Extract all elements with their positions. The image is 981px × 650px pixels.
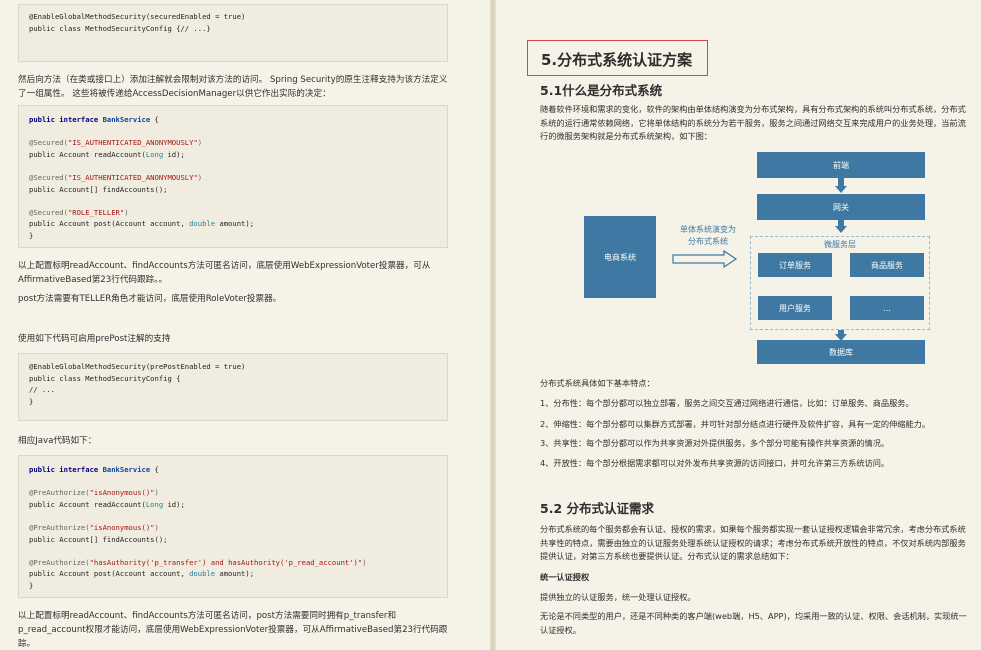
paragraph-preauthorize-explain: 以上配置标明readAccount、findAccounts方法可匿名访问，po…	[18, 611, 448, 649]
code-string: "hasAuthority('p_transfer') and hasAutho…	[89, 557, 363, 567]
code-line: public class MethodSecurityConfig {// ..…	[29, 23, 211, 33]
code-annotation: @PreAuthorize(	[29, 488, 90, 498]
code-text: id);	[163, 149, 185, 159]
code-text: {	[150, 465, 159, 474]
code-text: public Account readAccount(	[29, 499, 146, 509]
code-line: @PreAuthorize("isAnonymous()")	[29, 522, 437, 534]
feature-item: 1、分布性：每个部分都可以独立部署，服务之间交互通过网络进行通信，比如：订单服务…	[540, 398, 914, 408]
code-line: public interface BankService {	[29, 114, 437, 126]
more-services-box: ...	[850, 296, 924, 320]
user-service-box: 用户服务	[758, 296, 832, 320]
database-box: 数据库	[757, 340, 925, 364]
code-line: public Account readAccount(Long id);	[29, 499, 437, 511]
code-line: public interface BankService {	[29, 464, 437, 476]
code-type: double	[189, 569, 216, 579]
code-annotation: @Secured(	[29, 207, 68, 217]
code-text: public Account readAccount(	[29, 149, 146, 159]
code-line: // ...	[29, 385, 55, 395]
paragraph-secured-explain: 以上配置标明readAccount、findAccounts方法可匿名访问，底层…	[18, 261, 431, 285]
feature-item: 4、开放性：每个部分根据需求都可以对外发布共享资源的访问接口，并可允许第三方系统…	[540, 458, 890, 468]
heading-5-1: 5.1什么是分布式系统	[540, 83, 663, 98]
code-line: }	[29, 230, 34, 240]
evolve-label-line1: 单体系统演变为	[680, 225, 736, 234]
order-service-box: 订单服务	[758, 253, 832, 277]
paragraph-auth-requirements: 分布式系统的每个服务都会有认证、授权的需求，如果每个服务都实现一套认证授权逻辑会…	[540, 524, 966, 561]
code-string: "isAnonymous()"	[89, 488, 155, 498]
code-annotation: @Secured(	[29, 138, 68, 148]
code-annotation-end: )	[154, 522, 159, 532]
arrow-shaft	[838, 178, 844, 186]
code-text: id);	[163, 499, 185, 509]
code-line: public Account[] findAccounts();	[29, 534, 168, 544]
code-annotation-end: )	[362, 557, 367, 567]
code-text: amount);	[215, 219, 255, 229]
code-text: public Account post(Account account,	[29, 569, 190, 579]
code-text: amount);	[215, 569, 255, 579]
paragraph-post-role: post方法需要有TELLER角色才能访问，底层使用RoleVoter投票器。	[18, 294, 282, 304]
evolve-arrow-icon	[672, 250, 738, 268]
code-block-secured-config: @EnableGlobalMethodSecurity(securedEnabl…	[18, 4, 448, 62]
arrow-down-icon	[835, 186, 847, 193]
code-block-prepost-config: @EnableGlobalMethodSecurity(prePostEnabl…	[18, 353, 448, 421]
unified-auth-title: 统一认证授权	[540, 572, 590, 582]
code-block-secured-bankservice: public interface BankService {@Secured("…	[18, 105, 448, 248]
code-annotation: @Secured(	[29, 172, 68, 182]
frontend-box: 前端	[757, 152, 925, 178]
architecture-diagram: 前端 网关 电商系统 单体系统演变为 分布式系统 微服务层 订单服务 商品服务 …	[580, 152, 930, 366]
paragraph-distributed-intro: 随着软件环境和需求的变化，软件的架构由单体结构演变为分布式架构，具有分布式架构的…	[540, 104, 966, 141]
code-line: @Secured("IS_AUTHENTICATED_ANONYMOUSLY")	[29, 172, 437, 184]
code-string: "isAnonymous()"	[89, 522, 155, 532]
code-annotation: @PreAuthorize(	[29, 557, 90, 567]
code-text: public Account post(Account account,	[29, 219, 190, 229]
code-annotation-end: )	[197, 172, 203, 182]
section-heading-5: 5.分布式系统认证方案	[527, 40, 708, 76]
code-type-name: BankService	[102, 115, 151, 124]
code-string: "IS_AUTHENTICATED_ANONYMOUSLY"	[67, 138, 198, 148]
unified-auth-text-2: 无论是不同类型的用户，还是不同种类的客户端(web端，H5、APP)，均采用一致…	[540, 611, 967, 635]
code-type-name: BankService	[102, 465, 151, 474]
code-text: {	[150, 115, 159, 124]
code-line: @Secured("ROLE_TELLER")	[29, 207, 437, 219]
paragraph-prepost-enable: 使用如下代码可启用prePost注解的支持	[18, 334, 171, 344]
code-line: public Account post(Account account, dou…	[29, 568, 437, 580]
code-annotation-end: )	[197, 138, 203, 148]
paragraph-features-intro: 分布式系统具体如下基本特点：	[540, 378, 655, 388]
code-type: Long	[145, 499, 164, 509]
code-line: public Account post(Account account, dou…	[29, 218, 437, 230]
code-line: @EnableGlobalMethodSecurity(securedEnabl…	[29, 12, 246, 21]
code-annotation: @PreAuthorize(	[29, 522, 90, 532]
unified-auth-text-1: 提供独立的认证服务，统一处理认证授权。	[540, 592, 696, 602]
paragraph-method-annotation: 然后向方法（在类或接口上）添加注解就会限制对该方法的访问。 Spring Sec…	[18, 75, 448, 99]
code-type: double	[189, 219, 216, 229]
code-string: "ROLE_TELLER"	[67, 207, 125, 217]
code-block-preauthorize-bankservice: public interface BankService { @PreAuthor…	[18, 455, 448, 598]
code-line: @EnableGlobalMethodSecurity(prePostEnabl…	[29, 362, 246, 371]
heading-5-2: 5.2 分布式认证需求	[540, 501, 654, 516]
feature-item: 2、伸缩性：每个部分都可以集群方式部署，并可针对部分结点进行硬件及软件扩容，具有…	[540, 419, 931, 429]
arrow-down-icon	[835, 226, 847, 233]
evolve-label-line2: 分布式系统	[688, 237, 728, 246]
code-keyword: public interface	[29, 465, 99, 474]
code-string: "IS_AUTHENTICATED_ANONYMOUSLY"	[67, 172, 198, 182]
code-type: Long	[145, 149, 164, 159]
feature-item: 3、共享性：每个部分都可以作为共享资源对外提供服务，多个部分可能有操作共享资源的…	[540, 438, 890, 448]
gateway-box: 网关	[757, 194, 925, 220]
ecommerce-system-box: 电商系统	[584, 216, 656, 298]
code-line: @PreAuthorize("isAnonymous()")	[29, 487, 437, 499]
code-line: public class MethodSecurityConfig {	[29, 373, 181, 383]
product-service-box: 商品服务	[850, 253, 924, 277]
paragraph-java-code: 相应Java代码如下：	[18, 436, 97, 446]
code-annotation-end: )	[154, 488, 159, 498]
code-line: }	[29, 580, 34, 590]
code-line: }	[29, 396, 34, 406]
code-line: @PreAuthorize("hasAuthority('p_transfer'…	[29, 557, 437, 569]
microservice-layer-label: 微服务层	[824, 240, 856, 249]
code-keyword: public interface	[29, 115, 99, 124]
code-line: public Account readAccount(Long id);	[29, 149, 437, 161]
code-annotation-end: )	[124, 207, 129, 217]
code-line: @Secured("IS_AUTHENTICATED_ANONYMOUSLY")	[29, 137, 437, 149]
code-line: public Account[] findAccounts();	[29, 184, 168, 194]
